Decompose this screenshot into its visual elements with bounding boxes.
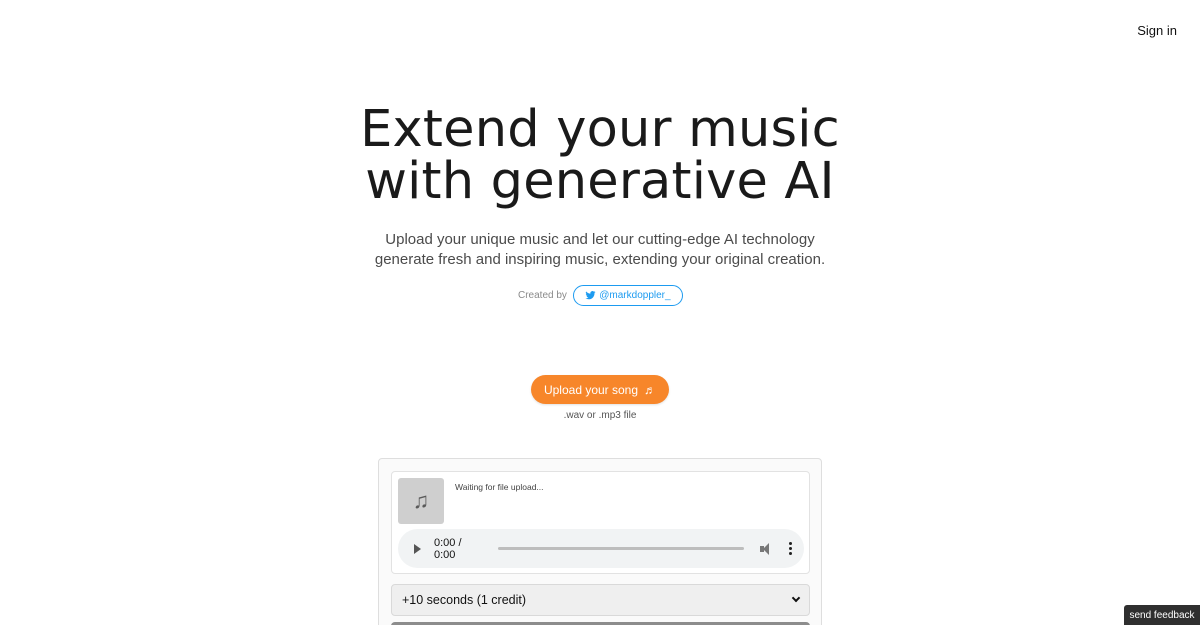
created-by-label: Created by (518, 290, 567, 301)
title-line-1: Extend your music (360, 100, 840, 159)
subtitle-line-1: Upload your unique music and let our cut… (385, 231, 815, 248)
upload-button-label: Upload your song (543, 382, 639, 397)
sign-in-link[interactable]: Sign in (1137, 23, 1177, 38)
track-card: ♫ Waiting for file upload... 0:00 / 0:00 (391, 471, 810, 574)
more-options-icon[interactable] (788, 542, 792, 555)
music-note-icon: ♬ (644, 382, 657, 397)
subtitle-line-2: generate fresh and inspiring music, exte… (374, 251, 826, 268)
volume-icon[interactable] (760, 542, 774, 555)
subtitle: Upload your unique music and let our cut… (0, 230, 1200, 270)
creator-credit: Created by @markdoppler_ (518, 285, 683, 306)
upload-status: Waiting for file upload... (455, 482, 544, 492)
music-thumbnail-icon: ♫ (398, 478, 444, 524)
chevron-down-icon (791, 593, 801, 603)
page-title: Extend your music with generative AI (0, 104, 1200, 208)
send-feedback-button[interactable]: send feedback (1124, 605, 1200, 625)
hero-section: Extend your music with generative AI Upl… (0, 104, 1200, 270)
generation-panel: ♫ Waiting for file upload... 0:00 / 0:00… (378, 458, 822, 625)
seek-bar[interactable] (497, 547, 745, 550)
twitter-profile-link[interactable]: @markdoppler_ (572, 285, 683, 306)
twitter-handle: @markdoppler_ (599, 290, 671, 301)
select-value: +10 seconds (1 credit) (402, 593, 527, 607)
twitter-icon (585, 291, 596, 300)
file-type-hint: .wav or .mp3 file (563, 410, 637, 421)
upload-song-button[interactable]: Upload your song ♬ (531, 375, 669, 404)
player-time: 0:00 / 0:00 (434, 536, 462, 561)
extension-length-select[interactable]: +10 seconds (1 credit) (391, 584, 810, 616)
play-icon[interactable] (414, 543, 421, 554)
audio-player: 0:00 / 0:00 (398, 529, 804, 568)
title-line-2: with generative AI (365, 152, 835, 211)
